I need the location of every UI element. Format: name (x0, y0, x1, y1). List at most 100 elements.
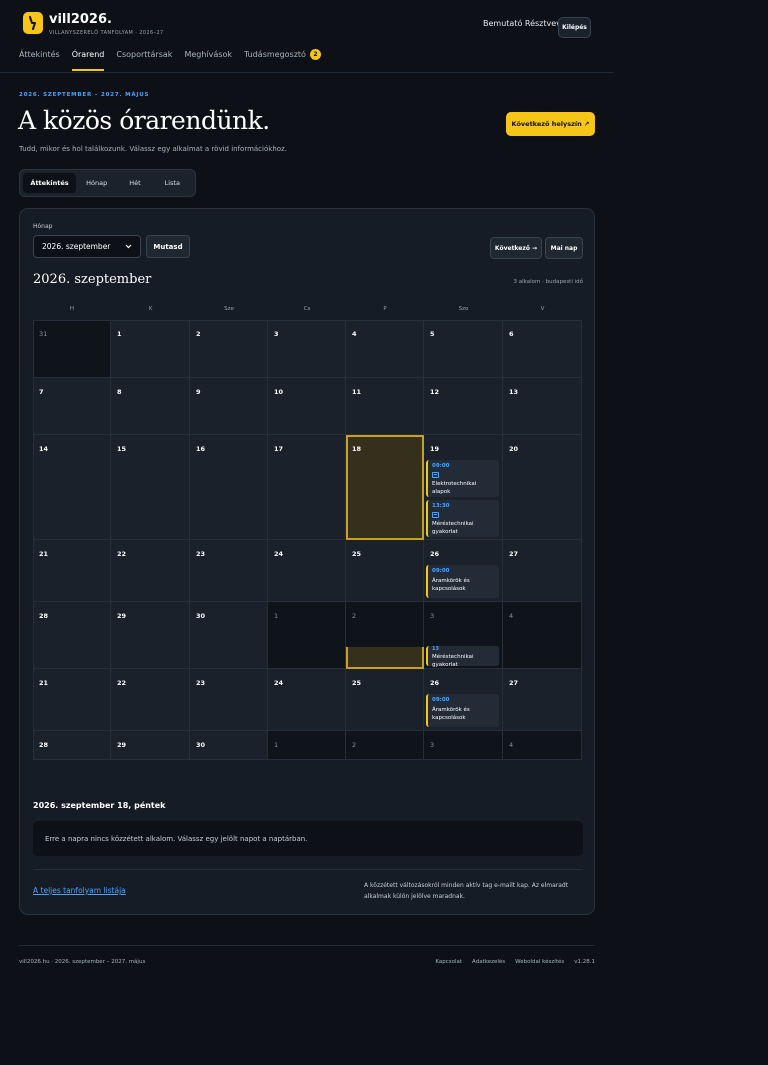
footer-copyright: vill2026.hu · 2026. szeptember – 2027. m… (19, 959, 146, 965)
calendar-grid: H K Sze Cs P Szo V 31 1 2 3 4 5 6 7 8 9 10 11 12 13 14 15 16 17 1… (33, 298, 582, 760)
calendar-day[interactable]: 8 (111, 378, 190, 435)
view-tab-overview[interactable]: Áttekintés (23, 173, 77, 193)
day-number: 2 (196, 330, 201, 338)
calendar-day[interactable]: 14 (33, 435, 111, 540)
calendar-day[interactable]: 5 (424, 320, 503, 378)
calendar-day[interactable]: 20 (503, 435, 582, 540)
calendar-day[interactable]: 23 (190, 669, 268, 731)
event-name: Méréstechnikai gyakorlat (432, 521, 474, 535)
show-button[interactable]: Mutasd (146, 235, 190, 258)
nav-classmates[interactable]: Csoporttársak (116, 50, 172, 70)
notification-badge: 2 (309, 49, 321, 60)
brand[interactable]: vill2026. VILLANYSZERELŐ TANFOLYAM · 202… (23, 12, 164, 36)
view-tab-week[interactable]: Hét (117, 173, 152, 193)
calendar-day-today[interactable]: 18 (346, 435, 424, 540)
day-number: 25 (352, 679, 362, 687)
day-number: 8 (117, 388, 122, 396)
calendar-day[interactable]: 7 (33, 378, 111, 435)
day-number: 21 (39, 679, 49, 687)
panel-divider (33, 869, 583, 870)
calendar-day[interactable]: 1 (268, 602, 346, 669)
calendar-day[interactable]: 30 (190, 602, 268, 669)
footer-link-privacy[interactable]: Adatkezelés (472, 959, 505, 965)
calendar-day[interactable]: 21 (33, 540, 111, 602)
calendar-day[interactable]: 27 (503, 669, 582, 731)
next-month-button[interactable]: Következő → (490, 237, 542, 259)
calendar-day[interactable]: 29 (111, 731, 190, 760)
nav-schedule[interactable]: Órarend (71, 50, 104, 71)
nav-knowledge-share[interactable]: Tudásmegosztó 2 (244, 49, 321, 70)
calendar-day[interactable]: 30 (190, 731, 268, 760)
calendar-icon (432, 512, 439, 518)
calendar-day[interactable]: 29 (111, 602, 190, 669)
calendar-day[interactable]: 24 (268, 540, 346, 602)
calendar-day[interactable]: 22 (111, 540, 190, 602)
empty-day-message: Erre a napra nincs közzétett alkalom. Vá… (33, 821, 583, 856)
calendar-day[interactable]: 13 (503, 378, 582, 435)
calendar-day[interactable]: 31 (33, 320, 111, 378)
nav-overview[interactable]: Áttekintés (19, 50, 60, 70)
calendar-day[interactable]: 1 (111, 320, 190, 378)
calendar-day[interactable]: 3 (424, 731, 503, 760)
event-time: 09:00 (432, 568, 450, 574)
calendar-day[interactable]: 27 (503, 540, 582, 602)
calendar-day[interactable]: 9 (190, 378, 268, 435)
calendar-day[interactable]: 24 (268, 669, 346, 731)
day-number: 11 (352, 388, 362, 396)
calendar-day[interactable]: 28 (33, 731, 111, 760)
calendar-day[interactable]: 15 (111, 435, 190, 540)
event-time: 13 (432, 646, 439, 652)
calendar-day[interactable]: 17 (268, 435, 346, 540)
chevron-down-icon (125, 242, 132, 251)
calendar-day[interactable]: 28 (33, 602, 111, 669)
calendar-day[interactable]: 23 (190, 540, 268, 602)
day-number: 4 (352, 330, 357, 338)
calendar-day[interactable]: 1 (268, 731, 346, 760)
day-number: 26 (430, 550, 440, 558)
view-tab-list[interactable]: Lista (153, 173, 192, 193)
day-number: 20 (509, 445, 519, 453)
event-name: Áramkörök és kapcsolások (432, 707, 470, 721)
calendar-event[interactable]: 09:00 Elektrotechnikai alapok (426, 460, 499, 497)
day-number: 4 (509, 612, 514, 620)
day-number: 30 (196, 741, 206, 749)
calendar-day[interactable]: 12 (424, 378, 503, 435)
calendar-event[interactable]: 09:00 Áramkörök és kapcsolások (426, 565, 499, 598)
weekday-header: K (148, 306, 153, 312)
next-venue-button[interactable]: Következő helyszín ↗ (506, 112, 595, 136)
day-number: 27 (509, 679, 519, 687)
calendar-day[interactable]: 16 (190, 435, 268, 540)
footer-version: v1.28.1 (574, 959, 595, 965)
event-name: Méréstechnikai gyakorlat (432, 654, 474, 668)
date-range-eyebrow: 2026. SZEPTEMBER – 2027. MÁJUS (19, 92, 150, 98)
calendar-event[interactable]: 13 Méréstechnikai gyakorlat (426, 646, 499, 668)
calendar-day[interactable]: 22 (111, 669, 190, 731)
calendar-day[interactable]: 2 (190, 320, 268, 378)
today-button[interactable]: Mai nap (545, 237, 583, 259)
day-number: 1 (274, 612, 279, 620)
calendar-day[interactable]: 25 (346, 540, 424, 602)
calendar-day[interactable]: 6 (503, 320, 582, 378)
day-number: 22 (117, 550, 127, 558)
footer-link-webdesign[interactable]: Weboldal készítés (515, 959, 564, 965)
logout-button[interactable]: Kilépés (558, 17, 591, 38)
weekday-header: P (383, 306, 387, 312)
calendar-day[interactable]: 10 (268, 378, 346, 435)
full-course-list-link[interactable]: A teljes tanfolyam listája (33, 886, 126, 895)
calendar-day[interactable]: 11 (346, 378, 424, 435)
day-number: 2 (352, 612, 357, 620)
view-tab-month[interactable]: Hónap (76, 173, 117, 193)
calendar-event[interactable]: 09:00 Áramkörök és kapcsolások (426, 694, 499, 727)
calendar-day[interactable]: 25 (346, 669, 424, 731)
footer-link-contact[interactable]: Kapcsolat (435, 959, 462, 965)
day-number: 27 (509, 550, 519, 558)
nav-invitations[interactable]: Meghívások (184, 50, 232, 70)
calendar-day[interactable]: 2 (346, 731, 424, 760)
calendar-day[interactable]: 4 (346, 320, 424, 378)
month-select[interactable]: 2026. szeptember (33, 235, 141, 258)
calendar-day[interactable]: 3 (268, 320, 346, 378)
calendar-day[interactable]: 4 (503, 731, 582, 760)
calendar-day[interactable]: 21 (33, 669, 111, 731)
calendar-event[interactable]: 13:30 Méréstechnikai gyakorlat (426, 500, 499, 537)
calendar-day[interactable]: 4 (503, 602, 582, 669)
